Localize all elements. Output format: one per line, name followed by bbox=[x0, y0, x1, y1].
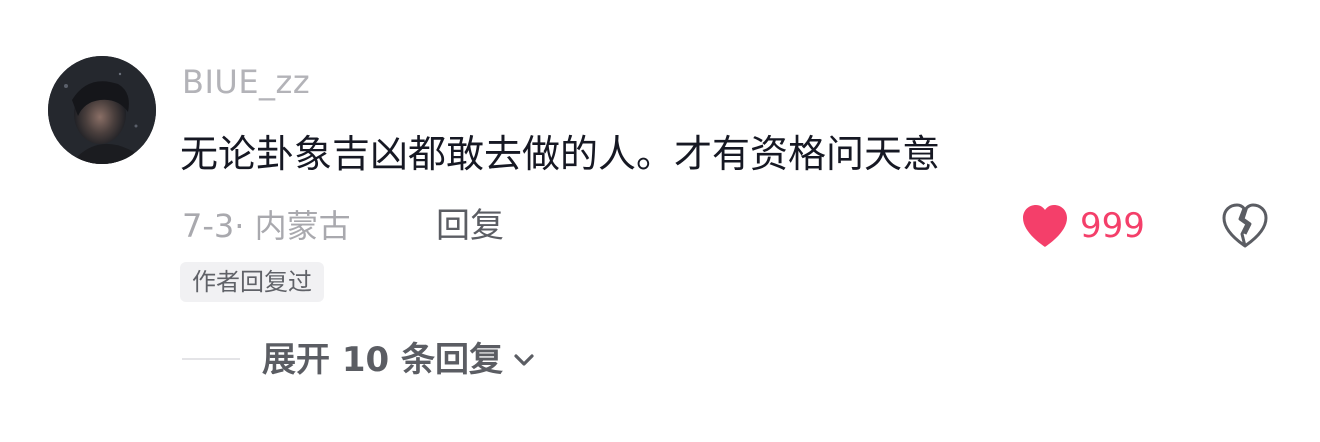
expand-replies-label: 展开 10 条回复 bbox=[262, 340, 503, 380]
comment-username[interactable]: BIUE_zz bbox=[182, 62, 310, 102]
broken-heart-icon[interactable] bbox=[1220, 202, 1270, 250]
reply-button[interactable]: 回复 bbox=[436, 204, 504, 248]
heart-icon bbox=[1023, 205, 1067, 247]
comment-text: 无论卦象吉凶都敢去做的人。才有资格问天意 bbox=[180, 132, 941, 176]
divider-line bbox=[182, 358, 240, 360]
chevron-down-icon bbox=[514, 354, 534, 366]
like-button[interactable]: 999 bbox=[1020, 200, 1145, 252]
author-replied-badge: 作者回复过 bbox=[180, 262, 324, 302]
avatar[interactable] bbox=[48, 56, 156, 164]
expand-replies-button[interactable]: 展开 10 条回复 bbox=[262, 336, 537, 384]
avatar-image bbox=[48, 56, 156, 164]
like-count: 999 bbox=[1080, 206, 1145, 246]
comment-meta: 7-3· 内蒙古 bbox=[182, 207, 351, 245]
